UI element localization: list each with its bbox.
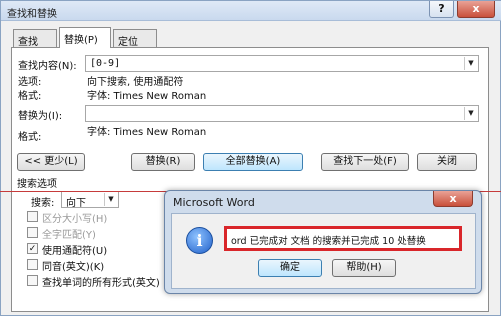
all-word-forms-label: 查找单词的所有形式(英文) [42, 278, 160, 289]
replace-all-button[interactable]: 全部替换(A) [203, 153, 303, 171]
message-help-button[interactable]: 帮助(H) [332, 259, 396, 277]
message-box-body: i ord 已完成对 文档 的搜索并已完成 10 处替换 确定 帮助(H) [171, 213, 476, 289]
window-title: 查找和替换 [7, 9, 57, 20]
search-options-heading: 搜索选项 [17, 179, 57, 190]
sounds-like-checkbox[interactable] [27, 259, 38, 270]
replace-label: 替换为(I): [18, 111, 63, 122]
find-next-button[interactable]: 查找下一处(F) [321, 153, 409, 171]
search-direction-value: 向下 [66, 198, 86, 209]
title-bar: 查找和替换 ? x [1, 1, 501, 21]
help-button[interactable]: ? [429, 1, 454, 18]
tab-replace[interactable]: 替换(P) [59, 27, 111, 48]
find-format-label: 格式: [18, 91, 42, 102]
message-box-title: Microsoft Word [173, 196, 255, 209]
search-direction-select[interactable]: 向下 ▼ [61, 191, 119, 209]
info-icon: i [186, 227, 213, 254]
match-case-label: 区分大小写(H) [42, 214, 108, 225]
find-label: 查找内容(N): [18, 61, 77, 72]
replace-button[interactable]: 替换(R) [131, 153, 195, 171]
find-dropdown-icon[interactable]: ▼ [464, 57, 477, 70]
replace-input[interactable]: ▼ [85, 105, 479, 122]
find-format-value: 字体: Times New Roman [87, 91, 207, 102]
message-text: ord 已完成对 文档 的搜索并已完成 10 处替换 [231, 236, 426, 247]
whole-word-label: 全字匹配(Y) [42, 230, 96, 241]
tab-goto[interactable]: 定位(G) [113, 29, 157, 59]
wildcards-label: 使用通配符(U) [42, 246, 108, 257]
close-button[interactable]: 关闭 [417, 153, 477, 171]
all-word-forms-checkbox[interactable] [27, 275, 38, 286]
replace-format-label: 格式: [18, 132, 42, 143]
search-direction-label: 搜索: [31, 198, 55, 209]
ok-button[interactable]: 确定 [258, 259, 322, 277]
close-window-button[interactable]: x [457, 1, 495, 18]
whole-word-checkbox[interactable] [27, 227, 38, 238]
tab-find[interactable]: 查找(D) [13, 29, 57, 59]
match-case-checkbox[interactable] [27, 211, 38, 222]
message-highlight: ord 已完成对 文档 的搜索并已完成 10 处替换 [224, 226, 462, 251]
sounds-like-label: 同音(英文)(K) [42, 262, 105, 273]
wildcards-checkbox[interactable]: ✓ [27, 243, 38, 254]
replace-format-value: 字体: Times New Roman [87, 127, 207, 138]
message-box: Microsoft Word x i ord 已完成对 文档 的搜索并已完成 1… [164, 190, 482, 294]
find-value: [0-9] [90, 58, 121, 69]
message-box-close-button[interactable]: x [433, 191, 473, 207]
options-value: 向下搜索, 使用通配符 [87, 77, 184, 88]
replace-dropdown-icon[interactable]: ▼ [464, 107, 477, 120]
less-button[interactable]: << 更少(L) [17, 153, 85, 171]
search-direction-dropdown-icon[interactable]: ▼ [104, 193, 117, 206]
options-label: 选项: [18, 77, 42, 88]
find-input[interactable]: [0-9] ▼ [85, 55, 479, 72]
